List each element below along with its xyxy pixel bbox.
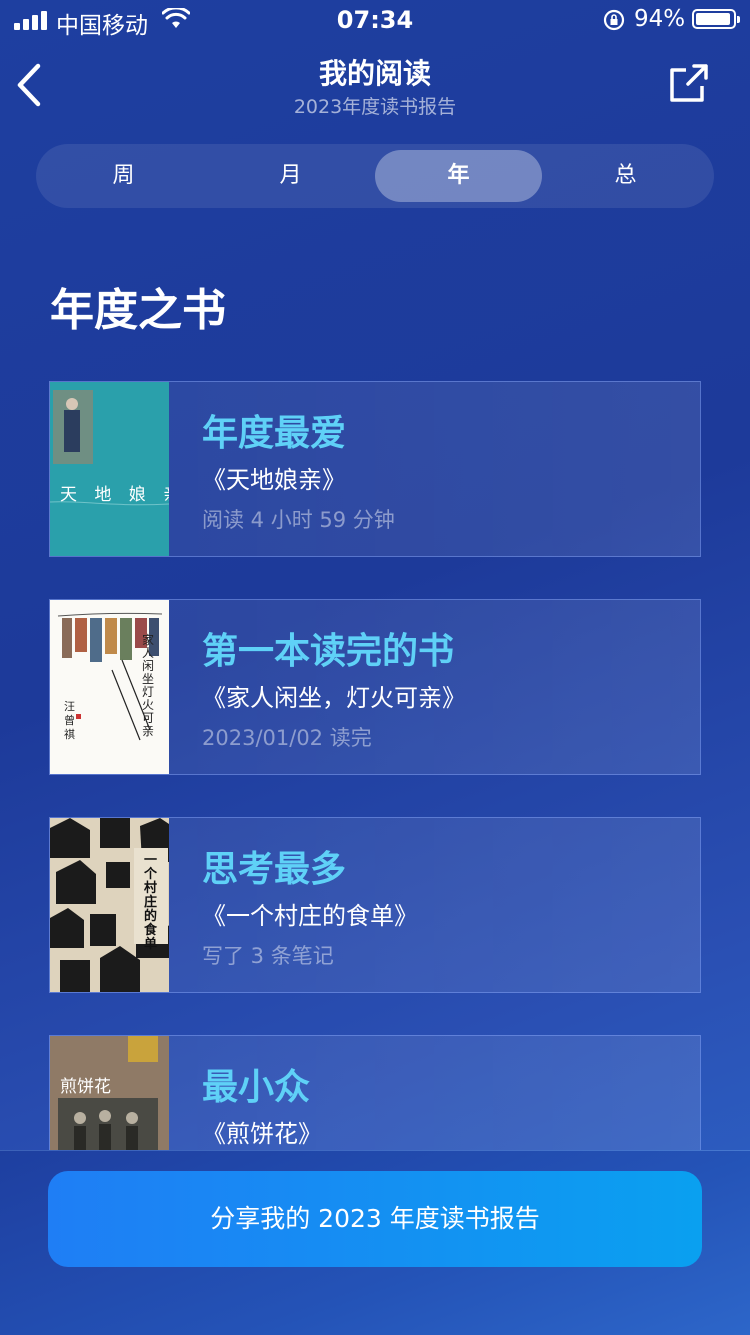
page-subtitle: 2023年度读书报告 <box>293 96 457 118</box>
svg-text:汪: 汪 <box>64 700 75 713</box>
card-heading: 第一本读完的书 <box>202 631 455 672</box>
status-bar: 中国移动 07:34 94% <box>0 0 750 40</box>
svg-text:祺: 祺 <box>64 728 75 741</box>
section-title: 年度之书 <box>50 285 226 336</box>
book-cover: 天 地 娘 亲 <box>50 382 169 556</box>
card-heading: 最小众 <box>202 1067 311 1108</box>
battery-percent: 94% <box>634 6 686 32</box>
card-heading: 年度最爱 <box>202 413 347 454</box>
cover-title: 煎饼花 <box>60 1077 111 1097</box>
card-meta: 2023/01/02 读完 <box>202 726 372 750</box>
page-title: 我的阅读 <box>318 57 431 90</box>
rotation-lock-icon <box>603 9 625 31</box>
tab-year[interactable]: 年 <box>375 150 542 202</box>
cover-title: 家人闲坐 灯火可亲 <box>142 633 155 738</box>
tab-week[interactable]: 周 <box>40 150 207 202</box>
card-meta: 写了 3 条笔记 <box>202 944 334 968</box>
battery-icon <box>692 9 740 29</box>
card-book-title: 《煎饼花》 <box>202 1120 322 1148</box>
cover-title: 天 地 娘 亲 <box>60 485 169 505</box>
book-card-first-finished[interactable]: 汪 曾 祺 家人闲坐 灯火可亲 第一本读完的书 《家人闲坐，灯火可亲》 2023… <box>49 599 701 775</box>
book-card-favorite[interactable]: 天 地 娘 亲 年度最爱 《天地娘亲》 阅读 4 小时 59 分钟 <box>49 381 701 557</box>
card-book-title: 《天地娘亲》 <box>202 466 346 494</box>
period-tabs: 周 月 年 总 <box>36 144 714 208</box>
book-cover: 汪 曾 祺 家人闲坐 灯火可亲 <box>50 600 169 774</box>
share-icon[interactable] <box>668 64 710 104</box>
tab-month[interactable]: 月 <box>207 150 374 202</box>
card-meta: 阅读 4 小时 59 分钟 <box>202 508 395 532</box>
card-book-title: 《家人闲坐，灯火可亲》 <box>202 684 466 712</box>
book-cover: 一个村庄的食单 <box>50 818 169 992</box>
svg-text:曾: 曾 <box>64 713 75 727</box>
tab-total[interactable]: 总 <box>542 150 709 202</box>
share-report-button[interactable]: 分享我的 2023 年度读书报告 <box>48 1171 702 1267</box>
card-heading: 思考最多 <box>202 849 347 890</box>
card-book-title: 《一个村庄的食单》 <box>202 902 418 930</box>
book-card-most-thought[interactable]: 一个村庄的食单 思考最多 《一个村庄的食单》 写了 3 条笔记 <box>49 817 701 993</box>
cover-title: 一个村庄的食单 <box>144 853 158 952</box>
